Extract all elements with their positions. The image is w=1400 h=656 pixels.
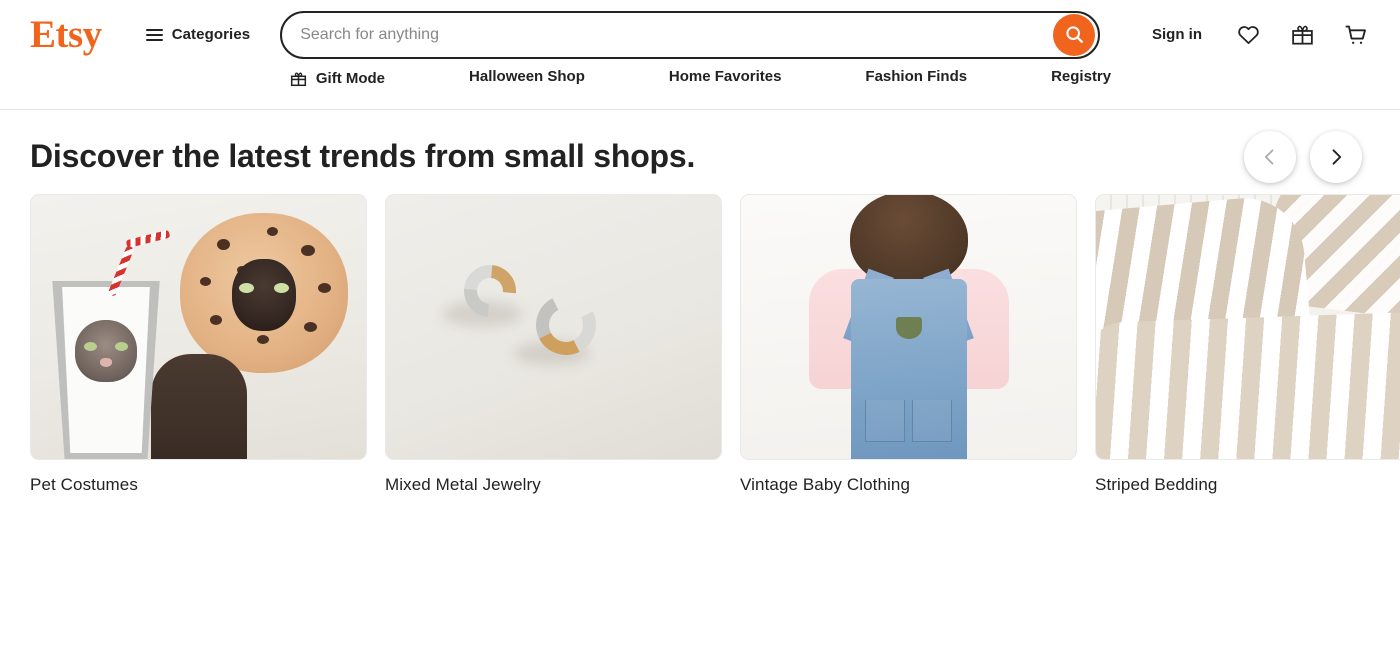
striped-bedding-illustration [1096,195,1400,459]
search-icon [1066,26,1083,43]
header-actions: Sign in [1152,19,1372,51]
section-header: Discover the latest trends from small sh… [30,110,1370,186]
nav-item-halloween-shop[interactable]: Halloween Shop [427,69,627,84]
main-content: Discover the latest trends from small sh… [0,110,1400,495]
chevron-right-icon [1332,149,1342,165]
heart-icon [1237,26,1259,45]
nav-item-label: Gift Mode [315,70,386,87]
overall-pocket [912,400,952,442]
carousel-next-button[interactable] [1310,131,1362,183]
trends-carousel: Pet Costumes Mixed Metal Jewelry Vintage… [30,194,1400,495]
site-header: Etsy Categories Sign in [0,0,1400,110]
sign-in-button[interactable]: Sign in [1152,26,1202,43]
page-title: Discover the latest trends from small sh… [30,138,696,175]
nav-item-label: Fashion Finds [865,68,968,85]
gift-icon [290,72,306,87]
denim-patch [895,317,922,339]
trend-card-label: Mixed Metal Jewelry [385,475,541,494]
cart-icon [1345,25,1366,44]
nav-item-label: Registry [1051,68,1112,85]
nav-item-fashion-finds[interactable]: Fashion Finds [823,69,1009,84]
etsy-logo[interactable]: Etsy [30,15,102,54]
striped-duvet [1096,310,1400,459]
nav-item-registry[interactable]: Registry [1009,69,1111,84]
chevron-left-icon [1264,149,1274,165]
categories-button[interactable]: Categories [145,26,251,43]
secondary-nav: Gift Mode Halloween Shop Home Favorites … [0,69,1400,109]
search-area [280,10,1101,59]
search-submit-button[interactable] [1053,13,1096,56]
overall-pocket [865,400,905,442]
trend-card-label: Pet Costumes [30,475,138,494]
trend-card-image [740,194,1077,460]
cat-face [232,259,296,331]
trend-card-image [1095,194,1400,460]
carousel-controls [1244,131,1370,183]
jewelry-illustration [386,195,721,459]
trend-card-image [30,194,367,460]
trend-card-vintage-baby-clothing[interactable]: Vintage Baby Clothing [740,194,1077,495]
trend-card-mixed-metal-jewelry[interactable]: Mixed Metal Jewelry [385,194,722,495]
search-input[interactable] [300,12,1054,57]
search-box[interactable] [280,10,1101,59]
hamburger-icon [145,28,163,41]
cat-face-2 [75,320,137,382]
trend-card-label: Vintage Baby Clothing [740,475,911,494]
cookie-costume [180,213,348,373]
trend-card-striped-bedding[interactable]: Striped Bedding [1095,194,1400,495]
nav-item-home-favorites[interactable]: Home Favorites [627,69,824,84]
baby-clothing-illustration [741,195,1076,459]
favorites-button[interactable] [1232,19,1264,51]
trend-card-pet-costumes[interactable]: Pet Costumes [30,194,367,495]
categories-label: Categories [171,26,251,43]
nav-item-label: Home Favorites [668,68,782,85]
cart-button[interactable] [1340,19,1372,51]
trend-card-image [385,194,722,460]
header-top-row: Etsy Categories Sign in [0,0,1400,69]
trend-card-label: Striped Bedding [1095,475,1218,494]
nav-item-gift-mode[interactable]: Gift Mode [289,69,427,88]
nav-item-label: Halloween Shop [469,68,585,85]
gift-icon [1291,25,1313,45]
carousel-prev-button[interactable] [1244,131,1296,183]
gift-registry-button[interactable] [1286,19,1318,51]
pet-costumes-illustration [31,195,366,459]
cat-body [150,354,247,459]
straw-top [125,229,171,249]
